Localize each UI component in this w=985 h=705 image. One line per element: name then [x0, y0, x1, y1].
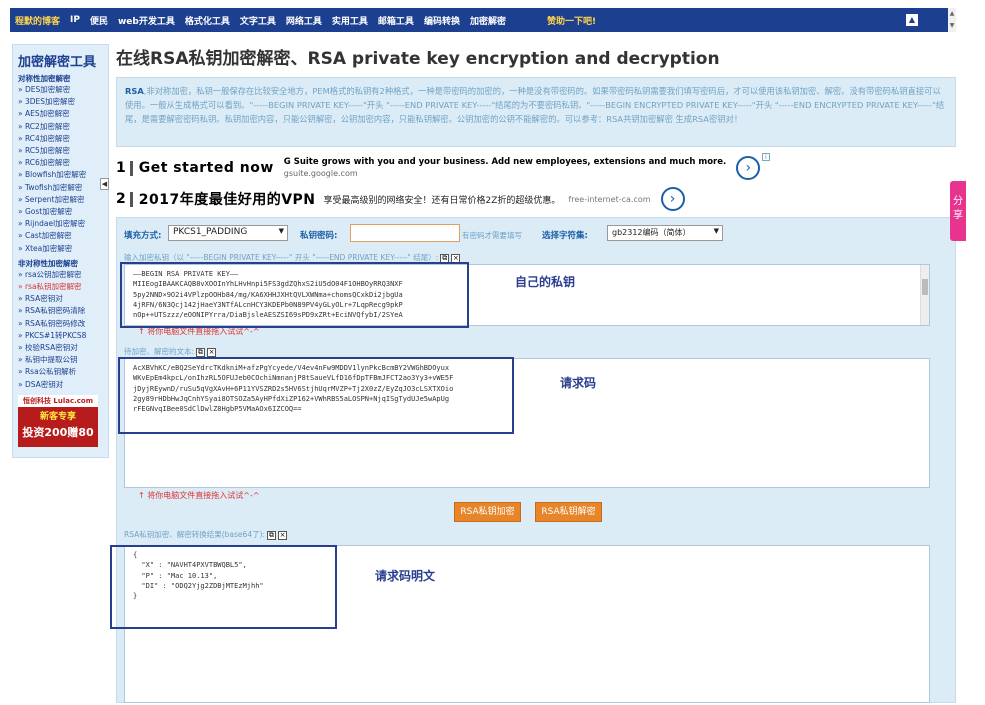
ad-row-2-url[interactable]: free-internet-ca.com [568, 195, 650, 204]
nav-item-network[interactable]: 网络工具 [281, 14, 327, 27]
nav-item-email[interactable]: 邮箱工具 [373, 14, 419, 27]
sidebar-item-blowfish[interactable]: » Blowfish加密解密 [18, 169, 103, 181]
collapse-up-icon[interactable]: ▲ [906, 14, 918, 26]
sidebar-item-rsa-change-pwd[interactable]: » RSA私钥密码修改 [18, 318, 103, 330]
password-hint: 有密码才需要填写 [462, 231, 522, 240]
ad-row-2-arrow-icon[interactable]: › [660, 187, 685, 211]
annotation-own-key: 自己的私钥 [515, 275, 576, 289]
sidebar-item-cast[interactable]: » Cast加密解密 [18, 230, 103, 242]
output-label-text: RSA私钥加密、解密转换结果(base64了): [124, 530, 266, 539]
sidebar-item-rsa-public[interactable]: » rsa公钥加密解密 [18, 269, 103, 281]
page-scrollbar[interactable]: ▲ ▼ [948, 8, 956, 32]
sidebar-item-twofish[interactable]: » Twofish加密解密 [18, 182, 103, 194]
ad-headline: 新客专享 [39, 411, 76, 422]
sidebar-item-aes[interactable]: » AES加密解密 [18, 108, 103, 120]
sidebar-item-xtea[interactable]: » Xtea加密解密 [18, 243, 103, 255]
sidebar-title: 加密解密工具 [18, 55, 97, 70]
padding-select[interactable]: PKCS1_PADDING ▼ [168, 225, 288, 241]
ad-row-1[interactable]: 1 Get started now G Suite grows with you… [116, 155, 761, 181]
copy-icon[interactable]: ⧉ [267, 530, 277, 540]
sidebar-item-rc5[interactable]: » RC5加密解密 [18, 145, 103, 157]
key-scrollbar[interactable] [920, 265, 929, 325]
charset-value: gb2312编码（简体） [612, 228, 691, 237]
password-label: 私钥密码: [300, 231, 338, 241]
sidebar-item-3des[interactable]: » 3DES加密解密 [18, 96, 103, 108]
sidebar-item-rsa-parse[interactable]: » Rsa公私钥解析 [18, 366, 103, 378]
charset-select[interactable]: gb2312编码（简体） ▼ [607, 225, 723, 241]
ad-row-1-text: G Suite grows with you and your business… [284, 157, 726, 180]
copy-icon[interactable]: ⧉ [196, 347, 206, 357]
sidebar-item-rsa-keypair[interactable]: » RSA密钥对 [18, 293, 103, 305]
ad-row-1-arrow-icon[interactable]: › [736, 156, 761, 180]
share-button[interactable]: 分享 [950, 181, 966, 241]
highlight-box-plaintext [110, 545, 337, 629]
ad-row-2-number: 2 [116, 191, 133, 207]
sidebar-item-extract-public[interactable]: » 私钥中提取公钥 [18, 354, 103, 366]
ad-info-icon[interactable]: i [762, 153, 770, 161]
nav-item-webdev[interactable]: web开发工具 [113, 14, 180, 27]
drag-hint-2: ↑ 将你电脑文件直接拖入试试^-^ [138, 491, 260, 500]
sym-heading: 对称性加密解密 [18, 74, 71, 83]
ad-row-1-number: 1 [116, 160, 133, 176]
sidebar-item-serpent[interactable]: » Serpent加密解密 [18, 194, 103, 206]
close-icon[interactable]: × [278, 530, 288, 540]
page-title: 在线RSA私钥加密解密、RSA private key encryption a… [116, 49, 720, 69]
info-notice: RSA,非对称加密，私钥一般保存在比较安全地方，PEM格式的私钥有2种格式，一种… [116, 77, 956, 147]
ad-row-2-headline[interactable]: 2017年度最佳好用的VPN [139, 189, 316, 209]
padding-value: PKCS1_PADDING [173, 227, 248, 237]
ad-row-1-headline[interactable]: Get started now [139, 160, 274, 176]
ad-row-1-url[interactable]: gsuite.google.com [284, 169, 358, 178]
sidebar-item-rsa-clear-pwd[interactable]: » RSA私钥密码清除 [18, 305, 103, 317]
sidebar-ad-banner[interactable]: 恒创科技 Lulac.com 新客专享 投资200赠80 [18, 394, 98, 447]
sidebar-item-rc2[interactable]: » RC2加密解密 [18, 121, 103, 133]
sidebar-item-pkcs1-pkcs8[interactable]: » PKCS#1转PKCS8 [18, 330, 103, 342]
decrypt-button[interactable]: RSA私钥解密 [535, 502, 602, 522]
ad-row-2-desc: 享受最高级别的网络安全！还有日常价格2Z折的超级优惠。 [323, 195, 561, 206]
annotation-request-code: 请求码 [560, 376, 597, 390]
sidebar-item-verify-keypair[interactable]: » 校验RSA密钥对 [18, 342, 103, 354]
nav-item-ip[interactable]: IP [65, 15, 85, 25]
nav-item-convenience[interactable]: 便民 [85, 14, 113, 27]
key-scrollbar-thumb[interactable] [922, 279, 928, 295]
output-label: RSA私钥加密、解密转换结果(base64了): ⧉ × [124, 529, 288, 540]
highlight-box-key [120, 262, 469, 328]
sidebar-collapse-icon[interactable]: ◀ [100, 178, 109, 190]
top-nav-bar: 程默的博客 IP 便民 web开发工具 格式化工具 文字工具 网络工具 实用工具… [10, 8, 948, 32]
annotation-request-plain: 请求码明文 [375, 569, 436, 583]
nav-item-encoding[interactable]: 编码转换 [419, 14, 465, 27]
input-label: 待加密、解密的文本: ⧉ × [124, 346, 217, 357]
nav-item-text[interactable]: 文字工具 [235, 14, 281, 27]
input-label-text: 待加密、解密的文本: [124, 347, 195, 356]
ad-offer: 投资200赠80 [22, 425, 94, 439]
sidebar-item-rsa-private[interactable]: » rsa私钥加密解密 [18, 281, 103, 293]
ad-row-1-desc: G Suite grows with you and your business… [283, 156, 727, 167]
notice-text: ,非对称加密，私钥一般保存在比较安全地方，PEM格式的私钥有2种格式，一种是带密… [125, 86, 945, 124]
padding-label: 填充方式: [124, 231, 162, 241]
nav-item-format[interactable]: 格式化工具 [180, 14, 235, 27]
highlight-box-request [118, 357, 514, 434]
key-label-text: 输入加密私钥（以 "-----BEGIN PRIVATE KEY-----" 开… [124, 253, 439, 262]
sidebar: 加密解密工具 对称性加密解密 » DES加密解密 » 3DES加密解密 » AE… [12, 44, 109, 458]
chevron-down-icon: ▼ [713, 227, 719, 235]
password-input[interactable] [350, 224, 460, 242]
encrypt-button[interactable]: RSA私钥加密 [454, 502, 521, 522]
nav-item-blog[interactable]: 程默的博客 [10, 14, 65, 27]
sidebar-item-rijndael[interactable]: » Rijndael加密解密 [18, 218, 103, 230]
sidebar-item-des[interactable]: » DES加密解密 [18, 84, 103, 96]
nav-item-crypto[interactable]: 加密解密 [465, 14, 511, 27]
nav-item-utility[interactable]: 实用工具 [327, 14, 373, 27]
sidebar-item-gost[interactable]: » Gost加密解密 [18, 206, 103, 218]
sidebar-item-dsa-keypair[interactable]: » DSA密钥对 [18, 379, 103, 391]
close-icon[interactable]: × [207, 347, 217, 357]
ad-row-2[interactable]: 2 2017年度最佳好用的VPN 享受最高级别的网络安全！还有日常价格2Z折的超… [116, 186, 685, 212]
chevron-down-icon: ▼ [278, 227, 284, 235]
charset-label: 选择字符集: [542, 231, 588, 241]
ad-brand: 恒创科技 Lulac.com [18, 394, 98, 407]
asym-heading: 非对称性加密解密 [18, 258, 78, 268]
sidebar-item-rc6[interactable]: » RC6加密解密 [18, 157, 103, 169]
sidebar-item-rc4[interactable]: » RC4加密解密 [18, 133, 103, 145]
notice-brand: RSA [125, 86, 144, 96]
donate-link[interactable]: 赞助一下吧! [547, 14, 596, 27]
